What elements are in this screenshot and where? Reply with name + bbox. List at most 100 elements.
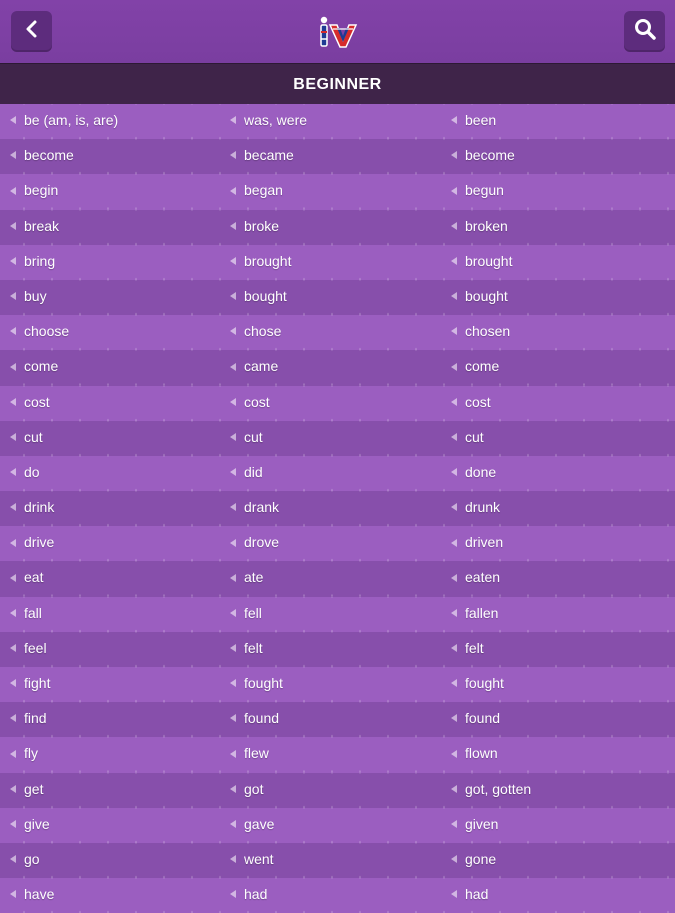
verb-past-simple-cell[interactable]: did — [230, 456, 263, 491]
verb-row[interactable]: do did done — [0, 455, 675, 492]
verb-base-form-cell[interactable]: come — [10, 350, 58, 385]
verb-row[interactable]: drive drove driven — [0, 526, 675, 562]
verb-past-simple-cell[interactable]: cut — [230, 421, 263, 456]
verb-past-simple-cell[interactable]: drove — [230, 526, 279, 561]
verb-row[interactable]: give gave given — [0, 807, 675, 843]
verb-row[interactable]: eat ate eaten — [0, 561, 675, 597]
verb-base-form-cell[interactable]: find — [10, 702, 47, 737]
verb-base-form-cell[interactable]: become — [10, 139, 74, 174]
verb-past-participle-cell[interactable]: felt — [451, 632, 484, 667]
verb-past-participle: chosen — [465, 323, 511, 340]
verb-row[interactable]: be (am, is, are) was, were been — [0, 104, 675, 140]
verb-base-form-cell[interactable]: cost — [10, 386, 50, 421]
verb-row[interactable]: fly flew flown — [0, 737, 675, 773]
verb-row[interactable]: get got got, gotten — [0, 772, 675, 808]
verb-row[interactable]: break broke broken — [0, 209, 675, 245]
verb-past-participle-cell[interactable]: brought — [451, 245, 512, 280]
verb-base-form-cell[interactable]: drive — [10, 526, 54, 561]
verb-past-simple: was, were — [244, 112, 308, 128]
verb-past-participle-cell[interactable]: broken — [451, 210, 508, 245]
verb-past-participle: driven — [465, 534, 504, 551]
verb-row[interactable]: bring brought brought — [0, 244, 675, 280]
verb-row[interactable]: drink drank drunk — [0, 491, 675, 527]
verb-row[interactable]: cut cut cut — [0, 420, 675, 456]
verb-past-participle-cell[interactable]: become — [451, 139, 515, 174]
verb-past-participle-cell[interactable]: given — [451, 808, 498, 843]
search-button[interactable] — [624, 11, 665, 52]
verb-base-form-cell[interactable]: cut — [10, 421, 43, 456]
verb-past-participle-cell[interactable]: drunk — [451, 491, 500, 526]
verb-base-form-cell[interactable]: fall — [10, 597, 42, 632]
verb-row[interactable]: fall fell fallen — [0, 596, 675, 632]
verb-past-participle-cell[interactable]: come — [451, 350, 499, 385]
verb-base-form-cell[interactable]: bring — [10, 245, 55, 280]
verb-row[interactable]: feel felt felt — [0, 631, 675, 667]
verb-base-form-cell[interactable]: eat — [10, 561, 43, 596]
verb-past-participle-cell[interactable]: driven — [451, 526, 503, 561]
verb-past-simple-cell[interactable]: fought — [230, 667, 283, 702]
verb-past-participle-cell[interactable]: found — [451, 702, 500, 737]
verb-past-simple-cell[interactable]: was, were — [230, 104, 307, 139]
verb-past-simple-cell[interactable]: went — [230, 843, 274, 878]
speaker-triangle-icon — [230, 749, 236, 758]
back-button[interactable] — [11, 11, 52, 52]
verb-row[interactable]: begin began begun — [0, 174, 675, 210]
verb-past-simple-cell[interactable]: chose — [230, 315, 281, 350]
verb-base-form-cell[interactable]: begin — [10, 174, 58, 209]
verb-past-participle-cell[interactable]: been — [451, 104, 496, 139]
verb-row[interactable]: have had had — [0, 878, 675, 913]
verb-past-simple-cell[interactable]: became — [230, 139, 294, 174]
verb-base-form-cell[interactable]: fight — [10, 667, 50, 702]
verb-past-participle-cell[interactable]: flown — [451, 737, 498, 772]
verb-row[interactable]: choose chose chosen — [0, 315, 675, 351]
verb-past-participle-cell[interactable]: cut — [451, 421, 484, 456]
verb-past-simple-cell[interactable]: broke — [230, 210, 279, 245]
verb-row[interactable]: come came come — [0, 350, 675, 386]
verb-past-participle-cell[interactable]: eaten — [451, 561, 500, 596]
speaker-triangle-icon — [230, 397, 236, 406]
verb-past-simple-cell[interactable]: fell — [230, 597, 262, 632]
verb-past-simple-cell[interactable]: cost — [230, 386, 270, 421]
verb-base-form-cell[interactable]: be (am, is, are) — [10, 104, 118, 139]
verb-past-participle-cell[interactable]: done — [451, 456, 496, 491]
verb-past-participle-cell[interactable]: chosen — [451, 315, 510, 350]
verb-past-simple-cell[interactable]: ate — [230, 561, 263, 596]
verb-base-form-cell[interactable]: do — [10, 456, 40, 491]
verb-past-simple-cell[interactable]: began — [230, 174, 283, 209]
verb-past-simple-cell[interactable]: felt — [230, 632, 263, 667]
verb-past-participle-cell[interactable]: had — [451, 878, 488, 913]
verb-past-simple-cell[interactable]: found — [230, 702, 279, 737]
verb-base-form-cell[interactable]: have — [10, 878, 54, 913]
verb-past-simple-cell[interactable]: flew — [230, 737, 269, 772]
verb-base-form-cell[interactable]: choose — [10, 315, 69, 350]
verb-past-participle-cell[interactable]: bought — [451, 280, 508, 315]
verb-past-simple-cell[interactable]: came — [230, 350, 278, 385]
verb-past-participle-cell[interactable]: fallen — [451, 597, 498, 632]
verb-past-participle-cell[interactable]: got, gotten — [451, 773, 531, 808]
verb-past-simple-cell[interactable]: drank — [230, 491, 279, 526]
verb-past-participle-cell[interactable]: fought — [451, 667, 504, 702]
verb-past-simple-cell[interactable]: got — [230, 773, 263, 808]
verb-row[interactable]: fight fought fought — [0, 667, 675, 703]
verb-base-form-cell[interactable]: fly — [10, 737, 38, 772]
verb-base-form-cell[interactable]: go — [10, 843, 40, 878]
verb-base-form-cell[interactable]: feel — [10, 632, 47, 667]
verb-past-participle-cell[interactable]: cost — [451, 386, 491, 421]
verb-past-simple-cell[interactable]: brought — [230, 245, 291, 280]
verb-row[interactable]: become became become — [0, 139, 675, 175]
verb-past-participle-cell[interactable]: begun — [451, 174, 504, 209]
verb-row[interactable]: buy bought bought — [0, 279, 675, 316]
verb-base-form-cell[interactable]: drink — [10, 491, 54, 526]
verb-base-form-cell[interactable]: buy — [10, 280, 47, 315]
speaker-triangle-icon — [10, 749, 16, 758]
verb-row[interactable]: go went gone — [0, 842, 675, 879]
verb-base-form-cell[interactable]: break — [10, 210, 59, 245]
verb-past-simple-cell[interactable]: bought — [230, 280, 287, 315]
verb-base-form-cell[interactable]: get — [10, 773, 43, 808]
verb-row[interactable]: cost cost cost — [0, 385, 675, 421]
verb-past-simple-cell[interactable]: had — [230, 878, 267, 913]
verb-base-form-cell[interactable]: give — [10, 808, 50, 843]
verb-past-participle-cell[interactable]: gone — [451, 843, 496, 878]
verb-past-simple-cell[interactable]: gave — [230, 808, 274, 843]
verb-row[interactable]: find found found — [0, 702, 675, 738]
